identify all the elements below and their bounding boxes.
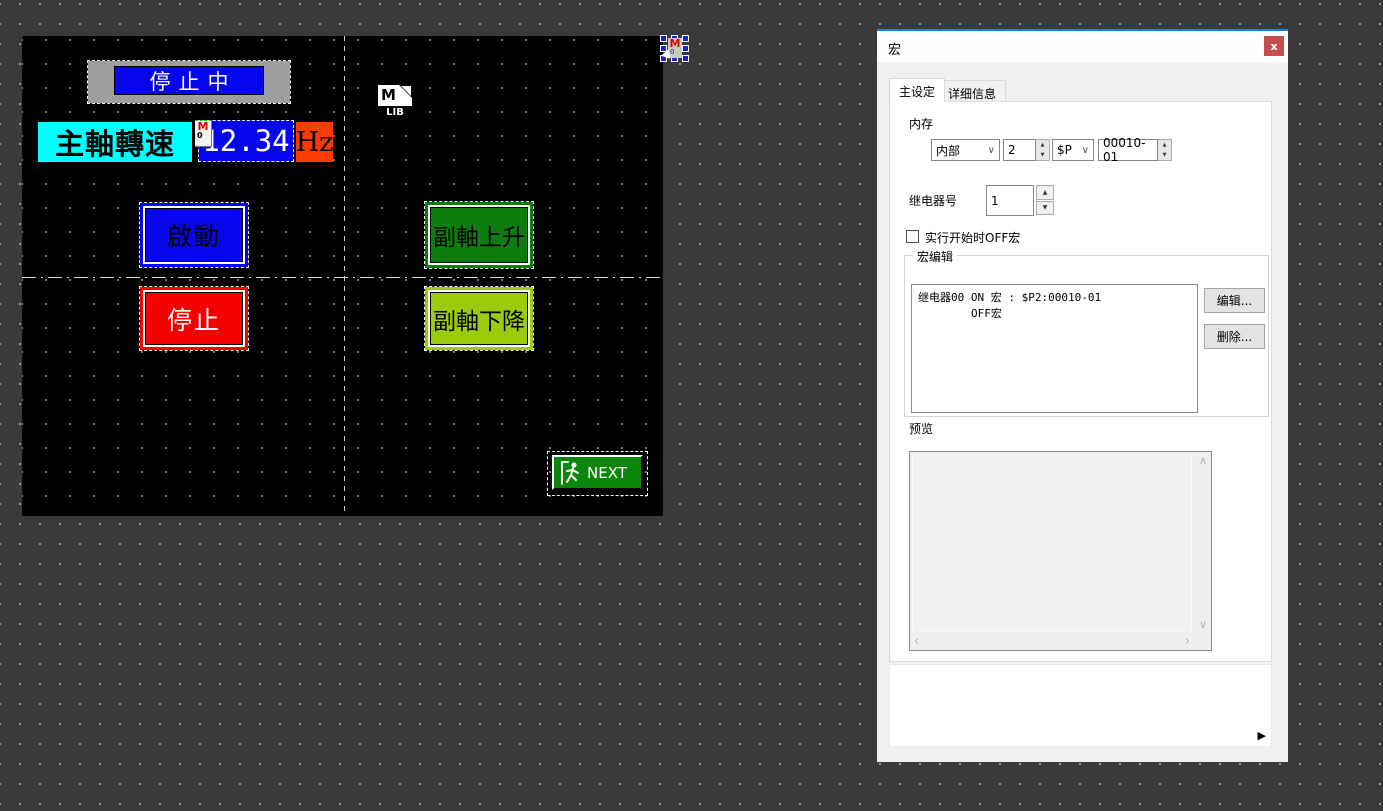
spin-up-icon[interactable]: ▲ [1036,185,1054,200]
macro-list-line: 继电器00 ON 宏 : $P2:00010-01 [918,291,1101,304]
expand-arrow-icon[interactable]: ▶ [1258,729,1266,742]
next-button-label: NEXT [587,464,627,482]
spindle-speed-label[interactable]: 主軸轉速 [38,122,192,162]
spin-down-icon[interactable]: ▼ [1036,150,1049,160]
spin-down-icon[interactable]: ▼ [1036,201,1054,216]
next-button[interactable]: NEXT [552,455,643,490]
scroll-right-icon[interactable]: › [1185,634,1190,649]
macro-dialog: 宏 x 主设定 详细信息 内存 内部 ∨ 2 ▲ ▼ [877,29,1288,762]
macro-list[interactable]: 继电器00 ON 宏 : $P2:00010-01 OFF宏 [911,284,1198,413]
preview-vscrollbar[interactable]: ∧ ∨ [1194,452,1211,633]
preview-label: 预览 [909,420,933,437]
dialog-title: 宏 [888,39,901,58]
memory-address-spinner[interactable]: 00010-01 ▲ ▼ [1098,139,1172,161]
mlib-m-text: M [381,86,396,104]
selection-handle[interactable] [682,55,689,62]
off-macro-checkbox-label: 实行开始时OFF宏 [925,229,1020,246]
mark-mini-icon[interactable]: M 0 [195,120,212,147]
mlib-corner-shape-inner [401,86,411,96]
start-button-label: 啟動 [145,208,243,262]
mlib-lib-text: LIB [378,106,412,119]
memory-device-combo[interactable]: $P ∨ [1052,139,1094,161]
chevron-down-icon: ∨ [1082,145,1089,156]
close-icon: x [1270,40,1277,53]
sub-axis-down-button[interactable]: 副軸下降 [425,287,533,350]
tab-details[interactable]: 详细信息 [938,80,1006,101]
mlib-icon[interactable]: M LIB [378,85,412,119]
scroll-down-icon[interactable]: ∨ [1199,618,1207,631]
preview-content [912,454,1192,631]
delete-button[interactable]: 删除... [1204,324,1265,349]
dialog-bottom-panel: ▶ [889,664,1272,747]
off-macro-checkbox[interactable] [906,230,919,243]
preview-hscrollbar[interactable]: ‹ › [910,633,1194,650]
spin-up-icon[interactable]: ▲ [1036,140,1049,150]
close-button[interactable]: x [1264,36,1284,56]
scroll-left-icon[interactable]: ‹ [914,634,919,649]
canvas-center-hline [22,277,663,278]
memory-section-label: 内存 [909,115,933,132]
sub-axis-up-label: 副軸上升 [430,207,528,263]
scroll-up-icon[interactable]: ∧ [1199,454,1207,467]
stop-button[interactable]: 停止 [140,287,248,350]
relay-number-label: 继电器号 [909,192,957,209]
selection-handle[interactable] [682,45,689,52]
macro-list-line: OFF宏 [918,307,1002,320]
spin-down-icon[interactable]: ▼ [1158,150,1171,160]
editor-workspace: 停止中 主軸轉速 12.34 M 0 Hz M LIB 啟動 副軸上升 停止 副… [0,0,1383,811]
spin-up-icon[interactable]: ▲ [1158,140,1171,150]
dialog-titlebar[interactable]: 宏 x [877,31,1288,62]
stop-button-label: 停止 [145,292,243,345]
status-lamp-label: 停止中 [114,66,264,95]
exit-man-icon [559,459,585,487]
selected-mark-object[interactable]: M 0 [660,35,690,62]
selection-handle[interactable] [660,35,667,42]
tab-main-settings[interactable]: 主设定 [889,78,945,102]
macro-edit-group-label: 宏编辑 [913,248,957,265]
selection-handle[interactable] [682,35,689,42]
memory-bank-spinner[interactable]: 2 ▲ ▼ [1003,139,1050,161]
start-button[interactable]: 啟動 [140,203,248,267]
sub-axis-up-button[interactable]: 副軸上升 [425,202,533,268]
status-lamp[interactable]: 停止中 [88,61,290,103]
relay-number-spinner[interactable]: 1 ▲ ▼ [986,185,1054,216]
canvas-center-vline [344,36,345,516]
preview-pane: ∧ ∨ ‹ › [909,451,1212,651]
speed-numeric-display[interactable]: 12.34 [198,120,294,162]
hmi-canvas[interactable]: 停止中 主軸轉速 12.34 M 0 Hz M LIB 啟動 副軸上升 停止 副… [22,36,663,516]
unit-label[interactable]: Hz [296,122,333,162]
chevron-down-icon: ∨ [988,145,995,156]
main-settings-panel: 内存 内部 ∨ 2 ▲ ▼ $P ∨ 00010-01 ▲ ▼ [889,101,1272,662]
speed-value: 12.34 [202,124,289,158]
sub-axis-down-label: 副軸下降 [430,292,528,345]
memory-area-combo[interactable]: 内部 ∨ [931,139,1000,161]
edit-button[interactable]: 编辑... [1204,288,1265,313]
